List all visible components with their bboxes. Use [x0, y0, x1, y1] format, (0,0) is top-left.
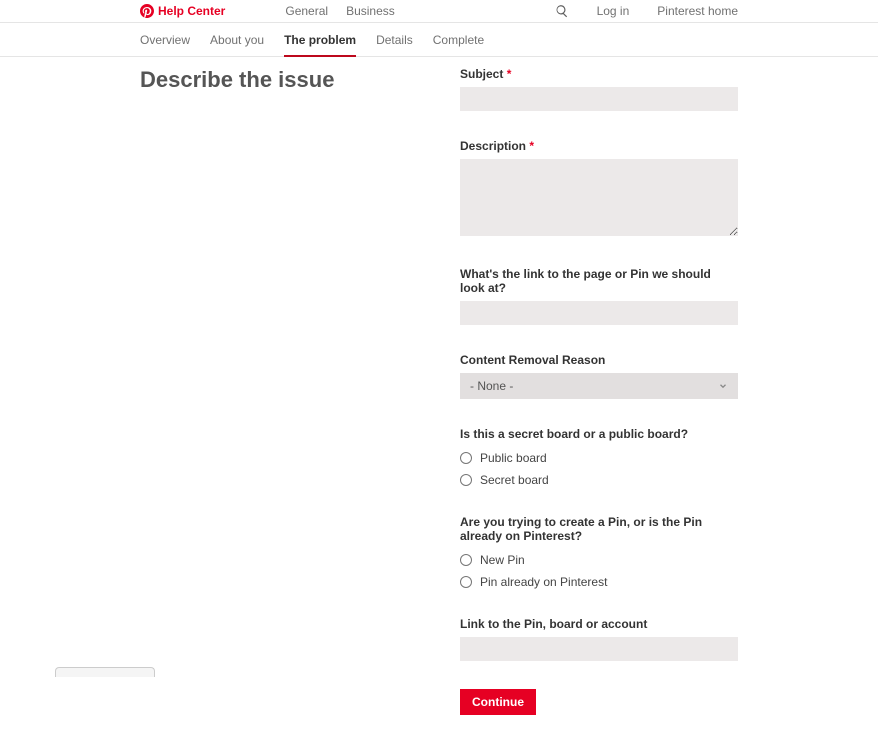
- logo[interactable]: Help Center: [140, 4, 225, 18]
- tab-overview[interactable]: Overview: [140, 23, 190, 57]
- tabs-bar: Overview About you The problem Details C…: [0, 23, 878, 57]
- removal-reason-select[interactable]: - None -: [460, 373, 738, 399]
- radio-new-pin-label: New Pin: [480, 553, 525, 567]
- radio-row-public[interactable]: Public board: [460, 451, 738, 465]
- nav-business[interactable]: Business: [346, 4, 395, 18]
- tab-details[interactable]: Details: [376, 23, 413, 57]
- tab-about-you[interactable]: About you: [210, 23, 264, 57]
- tab-the-problem[interactable]: The problem: [284, 23, 356, 57]
- subject-input[interactable]: [460, 87, 738, 111]
- link-page-input[interactable]: [460, 301, 738, 325]
- login-link[interactable]: Log in: [597, 4, 630, 18]
- removal-reason-label: Content Removal Reason: [460, 353, 738, 367]
- removal-reason-value: - None -: [470, 379, 513, 393]
- chevron-down-icon: [718, 381, 728, 391]
- board-type-label: Is this a secret board or a public board…: [460, 427, 738, 441]
- radio-public-board[interactable]: [460, 452, 472, 464]
- search-icon[interactable]: [555, 4, 569, 18]
- home-link[interactable]: Pinterest home: [657, 4, 738, 18]
- subject-label: Subject *: [460, 67, 738, 81]
- page-title: Describe the issue: [140, 67, 430, 93]
- link-pin-label: Link to the Pin, board or account: [460, 617, 738, 631]
- feedback-widget[interactable]: [55, 667, 155, 677]
- nav-general[interactable]: General: [285, 4, 328, 18]
- radio-secret-label: Secret board: [480, 473, 549, 487]
- description-textarea[interactable]: [460, 159, 738, 236]
- radio-existing-pin[interactable]: [460, 576, 472, 588]
- continue-button[interactable]: Continue: [460, 689, 536, 715]
- top-header: Help Center General Business Log in Pint…: [0, 0, 878, 23]
- radio-public-label: Public board: [480, 451, 547, 465]
- description-label: Description *: [460, 139, 738, 153]
- logo-text: Help Center: [158, 4, 225, 18]
- radio-row-new-pin[interactable]: New Pin: [460, 553, 738, 567]
- radio-secret-board[interactable]: [460, 474, 472, 486]
- radio-existing-pin-label: Pin already on Pinterest: [480, 575, 607, 589]
- link-page-label: What's the link to the page or Pin we sh…: [460, 267, 738, 295]
- radio-row-existing-pin[interactable]: Pin already on Pinterest: [460, 575, 738, 589]
- radio-new-pin[interactable]: [460, 554, 472, 566]
- tab-complete[interactable]: Complete: [433, 23, 484, 57]
- radio-row-secret[interactable]: Secret board: [460, 473, 738, 487]
- link-pin-input[interactable]: [460, 637, 738, 661]
- pin-status-label: Are you trying to create a Pin, or is th…: [460, 515, 738, 543]
- pinterest-icon: [140, 4, 154, 18]
